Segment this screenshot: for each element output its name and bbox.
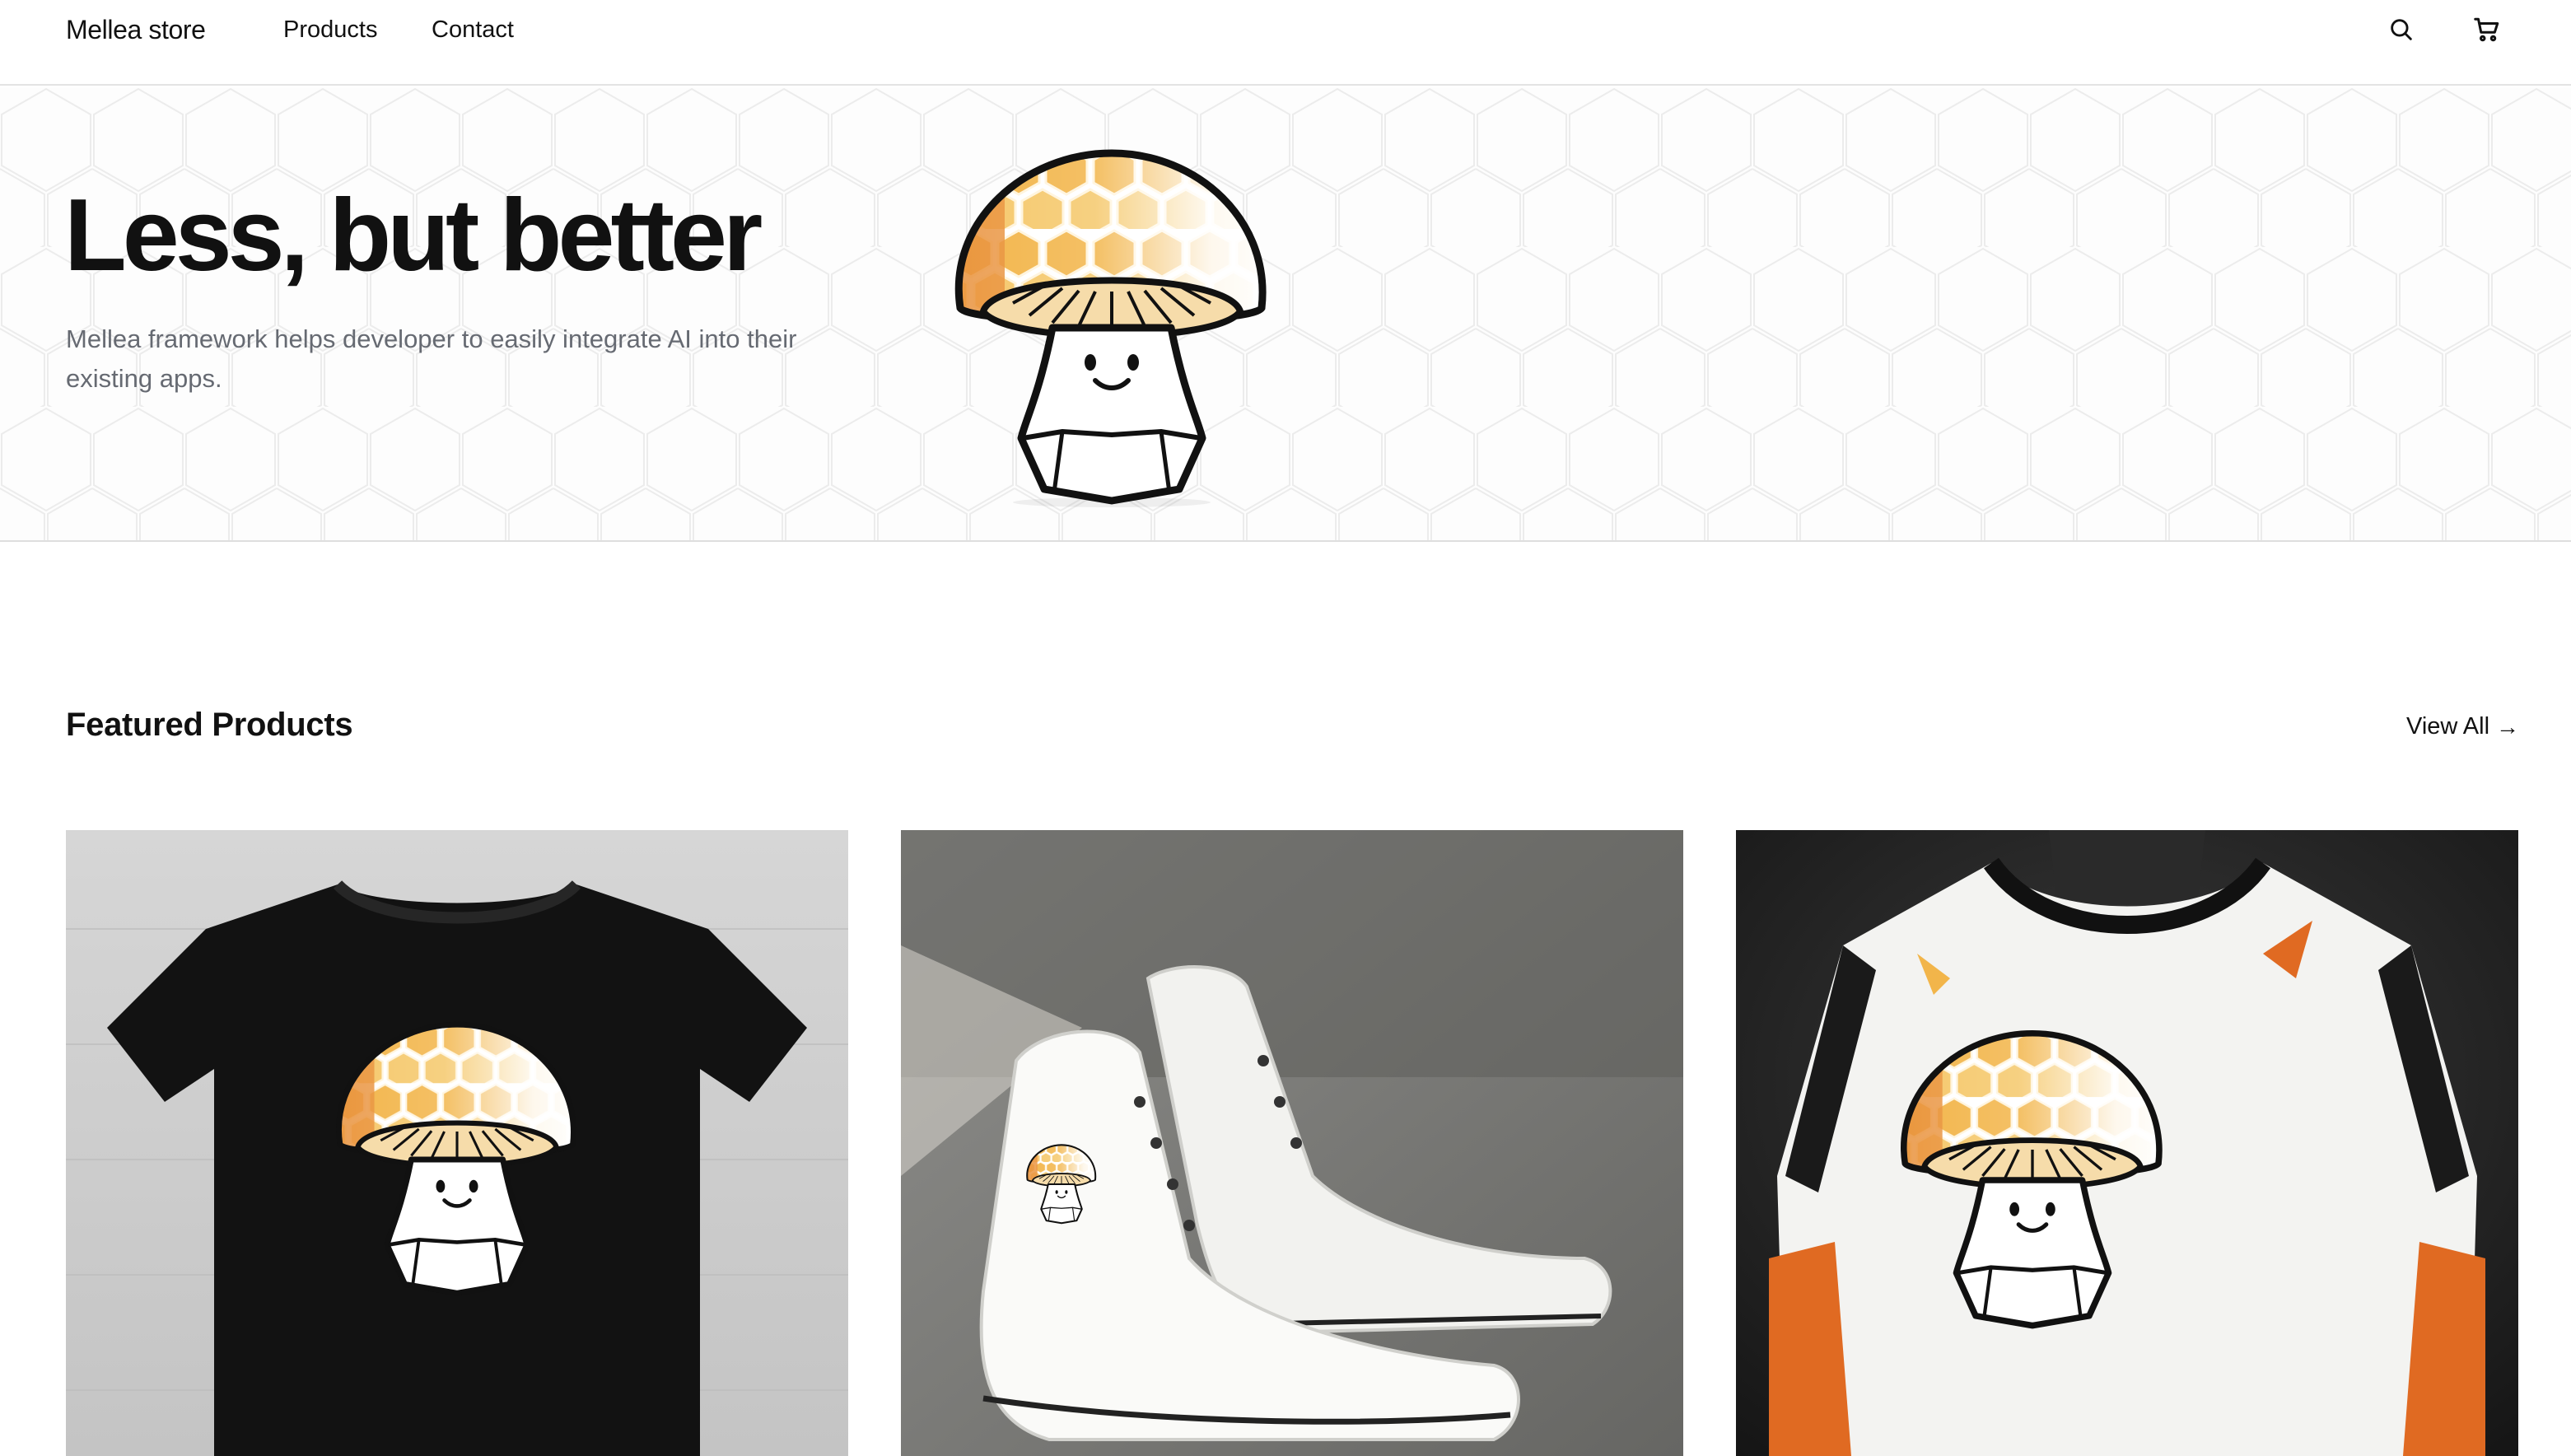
product-image-tshirt — [66, 830, 848, 1456]
cart-icon[interactable] — [2471, 13, 2503, 46]
arrow-right-icon: → — [2496, 713, 2520, 740]
product-card-tshirt[interactable] — [66, 830, 848, 1456]
product-card-jersey[interactable] — [1736, 830, 2518, 1456]
product-card-sneakers[interactable] — [901, 830, 1683, 1456]
top-navigation-bar: Mellea store Products Contact — [0, 0, 2571, 86]
mushroom-mascot-image — [947, 147, 1276, 507]
nav-contact-link[interactable]: Contact — [432, 16, 514, 44]
featured-products-heading: Featured Products — [66, 707, 353, 743]
view-all-link[interactable]: View All → — [2406, 713, 2519, 740]
search-icon[interactable] — [2385, 13, 2418, 46]
product-image-jersey — [1736, 830, 2518, 1456]
hero-subtitle: Mellea framework helps developer to easi… — [66, 324, 797, 393]
hexagon-background-pattern — [0, 87, 2571, 540]
nav-products-link[interactable]: Products — [283, 16, 377, 44]
brand-logo-link[interactable]: Mellea store — [66, 15, 206, 45]
product-image-sneakers — [901, 830, 1683, 1456]
hero-title: Less, but better — [64, 179, 763, 292]
hero-section: Less, but better Mellea framework helps … — [0, 87, 2571, 542]
view-all-label: View All — [2406, 713, 2490, 740]
